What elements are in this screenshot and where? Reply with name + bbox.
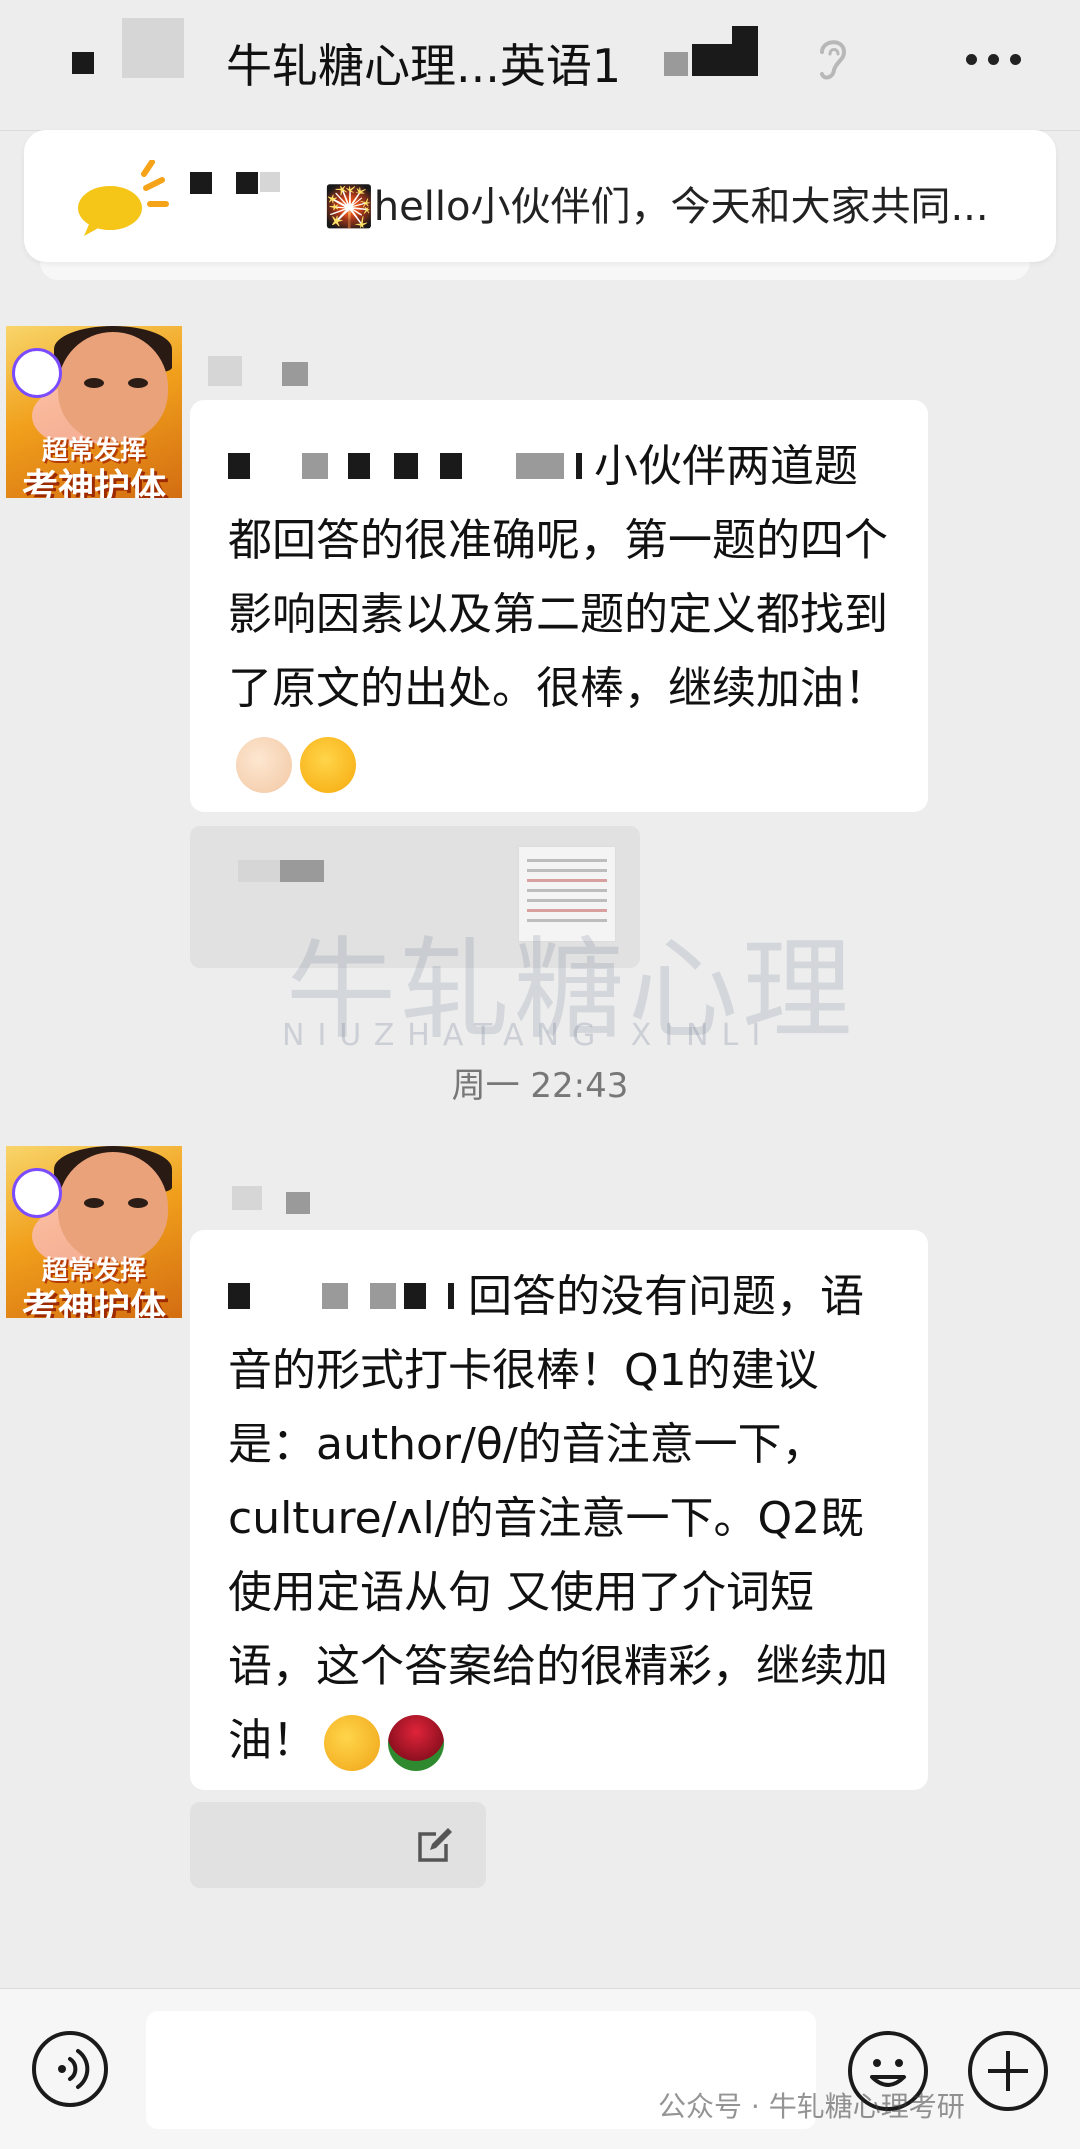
announcement-shadow xyxy=(40,262,1030,280)
timestamp: 周一 22:43 xyxy=(451,1066,629,1106)
redacted-block xyxy=(238,860,282,882)
redacted-block xyxy=(260,172,280,192)
voice-button[interactable] xyxy=(32,2031,108,2107)
message-bubble[interactable]: 回答的没有问题，语音的形式打卡很棒！Q1的建议是：author/θ/的音注意一下… xyxy=(190,1230,928,1790)
chat-header: 牛轧糖心理...英语1 xyxy=(0,0,1080,131)
avatar[interactable]: 超常发挥 考神护体 xyxy=(6,326,182,498)
pinned-announcement[interactable]: 🎇hello小伙伴们，今天和大家共同... xyxy=(24,130,1056,262)
redacted-block xyxy=(280,860,324,882)
input-bar: 公众号 · 牛轧糖心理考研 xyxy=(0,1988,1080,2149)
rose-icon xyxy=(388,1715,444,1771)
edit-icon[interactable] xyxy=(416,1826,454,1864)
redacted-mention xyxy=(228,1283,468,1315)
thumbs-up-icon xyxy=(324,1715,380,1771)
message-bubble[interactable]: 小伙伴两道题都回答的很准确呢，第一题的四个影响因素以及第二题的定义都找到了原文的… xyxy=(190,400,928,812)
announcement-text: 🎇hello小伙伴们，今天和大家共同... xyxy=(324,184,989,230)
sender-name-redacted xyxy=(286,1192,310,1214)
message-text: 回答的没有问题，语音的形式打卡很棒！Q1的建议是：author/θ/的音注意一下… xyxy=(228,1271,888,1766)
edit-reply-box[interactable] xyxy=(190,1802,486,1888)
plus-icon xyxy=(988,2051,1028,2091)
avatar-caption: 考神护体 xyxy=(21,467,166,498)
voice-icon xyxy=(58,2049,90,2089)
redacted-block xyxy=(692,44,758,76)
back-button[interactable] xyxy=(62,18,192,98)
footer-watermark: 公众号 · 牛轧糖心理考研 xyxy=(658,2090,965,2123)
ear-icon[interactable] xyxy=(812,34,852,84)
avatar[interactable]: 超常发挥 考神护体 xyxy=(6,1146,182,1318)
redacted-block xyxy=(732,26,758,44)
avatar-caption: 考神护体 xyxy=(21,1287,166,1318)
clapping-hands-icon xyxy=(236,737,292,793)
sender-name-redacted xyxy=(208,356,242,386)
sender-name-redacted xyxy=(282,362,308,386)
redacted-block xyxy=(190,172,212,194)
add-button[interactable] xyxy=(968,2031,1048,2111)
chat-title[interactable]: 牛轧糖心理...英语1 xyxy=(226,30,621,96)
partying-face-icon xyxy=(300,737,356,793)
redacted-block xyxy=(664,52,688,76)
redacted-block xyxy=(236,172,258,194)
redacted-mention xyxy=(228,453,594,485)
sender-name-redacted xyxy=(232,1186,262,1210)
sun-icon xyxy=(78,160,169,236)
more-icon[interactable] xyxy=(966,52,1022,68)
watermark-logo-subtitle: NIUZHATANG XINLI xyxy=(282,1018,774,1053)
